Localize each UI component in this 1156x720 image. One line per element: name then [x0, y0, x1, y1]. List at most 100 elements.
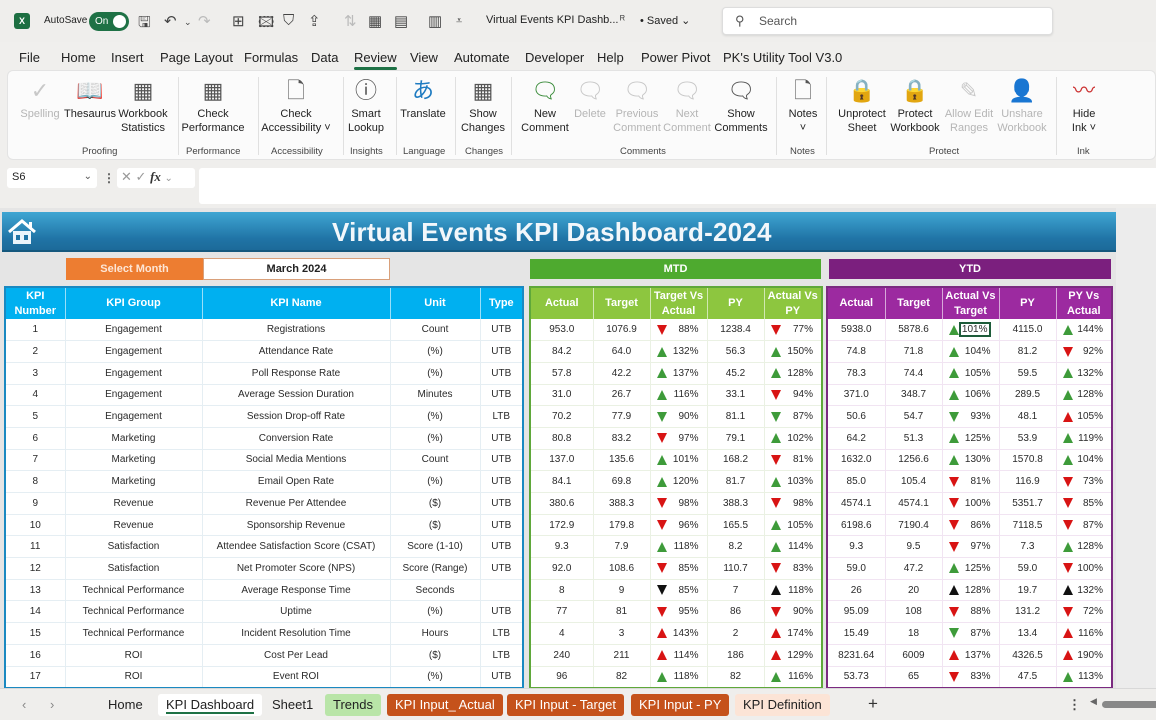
kpi-number[interactable]: 17: [5, 666, 66, 689]
mtd-py[interactable]: 81.7: [707, 470, 765, 493]
kpi-number[interactable]: 6: [5, 427, 66, 450]
ytd-py-vs-actual[interactable]: 85%: [1056, 492, 1113, 515]
kpi-name[interactable]: Cost Per Lead: [202, 644, 391, 667]
mtd-actual[interactable]: 137.0: [530, 449, 594, 472]
mtd-py[interactable]: 2: [707, 622, 765, 645]
search-box[interactable]: ⚲ Search: [722, 7, 1053, 35]
ytd-actual[interactable]: 74.8: [827, 340, 886, 363]
sheet-tab-kpi-definition[interactable]: KPI Definition: [735, 694, 830, 716]
check-performance-button[interactable]: ▦ Check Performance: [175, 77, 251, 135]
ytd-actual[interactable]: 4574.1: [827, 492, 886, 515]
mtd-target-vs-actual[interactable]: 88%: [650, 319, 708, 342]
ytd-actual[interactable]: 26: [827, 579, 886, 602]
table-icon[interactable]: ▦: [368, 12, 382, 30]
mtd-py[interactable]: 81.1: [707, 405, 765, 428]
kpi-number[interactable]: 10: [5, 514, 66, 537]
ytd-target[interactable]: 4574.1: [885, 492, 943, 515]
mtd-actual-vs-py[interactable]: 77%: [764, 319, 823, 342]
mtd-actual[interactable]: 96: [530, 666, 594, 689]
mtd-target-vs-actual[interactable]: 137%: [650, 362, 708, 385]
ytd-py[interactable]: 7.3: [999, 535, 1057, 559]
kpi-group[interactable]: Technical Performance: [65, 600, 203, 624]
menu-data[interactable]: Data: [311, 50, 338, 65]
ytd-target[interactable]: 9.5: [885, 535, 943, 559]
ytd-actual[interactable]: 9.3: [827, 535, 886, 559]
mtd-py[interactable]: 82: [707, 666, 765, 689]
kpi-name[interactable]: Event ROI: [202, 666, 391, 689]
ytd-actual-vs-target[interactable]: 81%: [942, 470, 1000, 493]
mtd-target-vs-actual[interactable]: 95%: [650, 600, 708, 624]
kpi-unit[interactable]: (%): [390, 427, 481, 450]
mtd-actual[interactable]: 953.0: [530, 319, 594, 342]
unshare-workbook-button[interactable]: 👤 Unshare Workbook: [996, 77, 1048, 135]
kpi-number[interactable]: 7: [5, 449, 66, 472]
mtd-target[interactable]: 82: [593, 666, 651, 689]
insert-function-icon[interactable]: fx: [150, 169, 161, 184]
ytd-py[interactable]: 59.5: [999, 362, 1057, 385]
kpi-type[interactable]: LTB: [480, 622, 524, 645]
ytd-py-vs-actual[interactable]: 144%: [1056, 319, 1113, 342]
scroll-tabs-left-icon[interactable]: ‹: [22, 697, 26, 712]
mtd-target[interactable]: 108.6: [593, 557, 651, 580]
mtd-actual-vs-py[interactable]: 81%: [764, 449, 823, 472]
ytd-actual-vs-target[interactable]: 125%: [942, 427, 1000, 450]
kpi-name[interactable]: Conversion Rate: [202, 427, 391, 450]
menu-insert[interactable]: Insert: [111, 50, 144, 65]
ytd-actual[interactable]: 6198.6: [827, 514, 886, 537]
kpi-group[interactable]: Marketing: [65, 449, 203, 472]
kpi-name[interactable]: Net Promoter Score (NPS): [202, 557, 391, 580]
sheet-tab-kpi-dashboard[interactable]: KPI Dashboard: [158, 694, 263, 716]
kpi-number[interactable]: 4: [5, 384, 66, 407]
mtd-py[interactable]: 388.3: [707, 492, 765, 515]
mtd-target-vs-actual[interactable]: 98%: [650, 492, 708, 515]
mtd-target-vs-actual[interactable]: 85%: [650, 579, 708, 602]
kpi-group[interactable]: Engagement: [65, 405, 203, 428]
mtd-target[interactable]: 3: [593, 622, 651, 645]
kpi-unit[interactable]: ($): [390, 644, 481, 667]
new-comment-button[interactable]: 🗨 New Comment: [520, 77, 570, 135]
sheet-tab-kpi-input-actual[interactable]: KPI Input_ Actual: [387, 694, 503, 716]
undo-dropdown-icon[interactable]: ⌄: [184, 17, 192, 28]
kpi-number[interactable]: 9: [5, 492, 66, 515]
mtd-target[interactable]: 135.6: [593, 449, 651, 472]
ytd-target[interactable]: 348.7: [885, 384, 943, 407]
kpi-number[interactable]: 5: [5, 405, 66, 428]
kpi-number[interactable]: 1: [5, 319, 66, 342]
ytd-actual[interactable]: 85.0: [827, 470, 886, 493]
ytd-actual-vs-target[interactable]: 100%: [942, 492, 1000, 515]
kpi-name[interactable]: Social Media Mentions: [202, 449, 391, 472]
kpi-name[interactable]: Average Response Time: [202, 579, 391, 602]
mtd-target-vs-actual[interactable]: 116%: [650, 384, 708, 407]
ytd-py[interactable]: 131.2: [999, 600, 1057, 624]
mtd-actual-vs-py[interactable]: 129%: [764, 644, 823, 667]
mtd-target[interactable]: 83.2: [593, 427, 651, 450]
ytd-py-vs-actual[interactable]: 128%: [1056, 535, 1113, 559]
mtd-target[interactable]: 7.9: [593, 535, 651, 559]
formula-input[interactable]: [199, 168, 1156, 204]
kpi-unit[interactable]: Minutes: [390, 384, 481, 407]
mtd-actual-vs-py[interactable]: 116%: [764, 666, 823, 689]
mtd-py[interactable]: 1238.4: [707, 319, 765, 342]
ytd-actual-vs-target[interactable]: 128%: [942, 579, 1000, 602]
mtd-target-vs-actual[interactable]: 101%: [650, 449, 708, 472]
kpi-number[interactable]: 15: [5, 622, 66, 645]
ytd-py-vs-actual[interactable]: 113%: [1056, 666, 1113, 689]
ytd-target[interactable]: 6009: [885, 644, 943, 667]
ytd-actual[interactable]: 53.73: [827, 666, 886, 689]
thesaurus-button[interactable]: 📖 Thesaurus: [62, 77, 118, 121]
kpi-number[interactable]: 13: [5, 579, 66, 602]
mtd-actual[interactable]: 31.0: [530, 384, 594, 407]
ytd-actual[interactable]: 78.3: [827, 362, 886, 385]
mtd-target-vs-actual[interactable]: 97%: [650, 427, 708, 450]
next-comment-button[interactable]: 🗨 Next Comment: [663, 77, 711, 135]
unprotect-sheet-button[interactable]: 🔒 Unprotect Sheet: [834, 77, 890, 135]
sheet-tab-home[interactable]: Home: [100, 694, 151, 716]
ytd-py-vs-actual[interactable]: 132%: [1056, 362, 1113, 385]
mtd-actual-vs-py[interactable]: 128%: [764, 362, 823, 385]
mtd-actual[interactable]: 57.8: [530, 362, 594, 385]
kpi-type[interactable]: LTB: [480, 405, 524, 428]
mtd-target-vs-actual[interactable]: 90%: [650, 405, 708, 428]
scroll-tabs-right-icon[interactable]: ›: [50, 697, 54, 712]
kpi-number[interactable]: 8: [5, 470, 66, 493]
ytd-py[interactable]: 48.1: [999, 405, 1057, 428]
